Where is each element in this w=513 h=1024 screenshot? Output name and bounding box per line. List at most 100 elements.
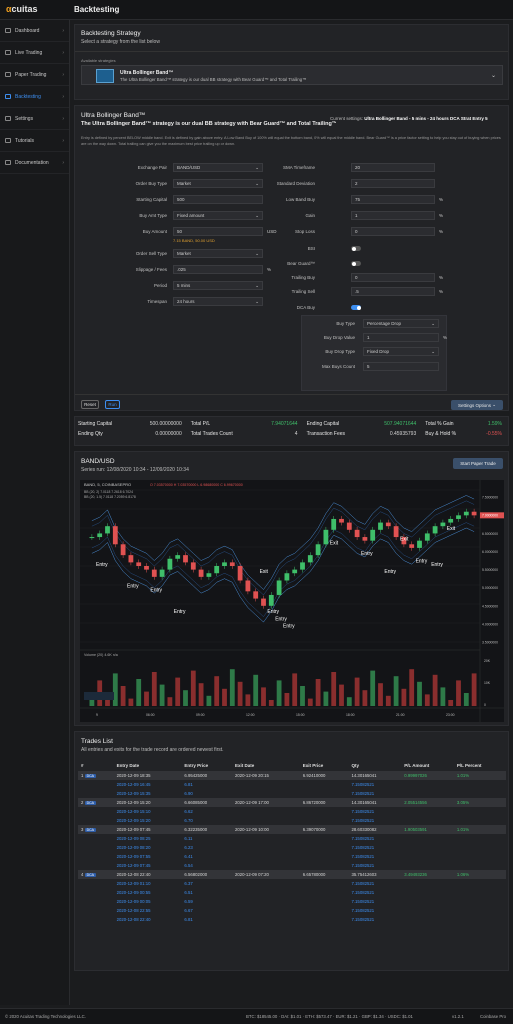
trade-sub-row[interactable]: 2020-12-09 15:20 6.70 7.15082521 — [78, 816, 506, 825]
table-header: # Entry Date Entry Price Exit Date Exit Pric… — [78, 759, 506, 771]
volume-bar — [214, 676, 220, 706]
stat-label: Total Trades Count — [190, 431, 233, 437]
pl-percent — [454, 861, 506, 870]
exit-date — [232, 861, 300, 870]
trade-row[interactable]: 2 DCA 2020-12-09 15:20 6.66085000 2020-12-0… — [78, 798, 506, 807]
dashboard-icon — [5, 28, 11, 33]
entry-price: 6.95425000 — [184, 773, 208, 778]
entry-price: 6.67 — [184, 908, 193, 913]
run-button[interactable]: Run — [105, 400, 120, 409]
volume-bar — [440, 687, 446, 706]
volume-bar — [268, 700, 274, 706]
trade-marker-entry: Entry — [267, 609, 279, 615]
strategy-dropdown[interactable]: Ultra Bollinger Band™ The Ultra Bollinge… — [81, 65, 503, 85]
trade-number: 4 DCA — [78, 870, 114, 879]
pl-amount — [401, 834, 454, 843]
field-value: 1 — [367, 335, 370, 340]
version: v1.2.1 — [452, 1014, 464, 1019]
sidebar-item-dashboard[interactable]: Dashboard › — [0, 20, 69, 42]
trade-number — [78, 807, 114, 816]
trade-row[interactable]: 3 DCA 2020-12-09 07:45 6.32235000 2020-12-0… — [78, 825, 506, 834]
candle — [409, 544, 415, 548]
start-paper-trade-button[interactable]: Start Paper Trade — [453, 458, 503, 469]
trade-sub-row[interactable]: 2020-12-08 22:55 6.67 7.15082521 — [78, 906, 506, 915]
pl-amount — [401, 879, 454, 888]
volume-tick: 20K — [484, 659, 491, 663]
exit-price — [300, 897, 349, 906]
pl-percent — [454, 897, 506, 906]
exit-price: 6.65780000 — [302, 872, 326, 877]
price-chart[interactable]: BAND, 5, COINBASEPRO O 7.03570000 H 7.035… — [80, 480, 504, 722]
settings-options-button[interactable]: Settings Options ⌄ — [451, 400, 503, 410]
sidebar-item-paper-trading[interactable]: Paper Trading › — [0, 64, 69, 86]
buy-drop-type-select[interactable]: Fixed Drop ⌄ — [363, 347, 439, 356]
entry-price: 6.81 — [184, 917, 193, 922]
trade-sub-row[interactable]: 2020-12-09 15:10 6.62 7.15082521 — [78, 807, 506, 816]
sidebar-item-tutorials[interactable]: Tutorials › — [0, 130, 69, 152]
candle — [378, 522, 383, 530]
gear-icon — [5, 116, 11, 121]
candle — [144, 566, 149, 570]
x-tick: 23:00 — [446, 713, 455, 717]
top-bar: αcuitas Backtesting — [0, 0, 513, 20]
trade-sub-row[interactable]: 2020-12-09 00:55 6.51 7.15082521 — [78, 888, 506, 897]
x-tick: 9 — [96, 713, 98, 717]
trade-sub-row[interactable]: 2020-12-09 01:10 6.37 7.15082521 — [78, 879, 506, 888]
sidebar-item-documentation[interactable]: Documentation › — [0, 152, 69, 174]
sidebar-item-backtesting[interactable]: Backtesting › — [0, 86, 69, 108]
trade-sub-row[interactable]: 2020-12-09 08:25 6.11 7.15082521 — [78, 834, 506, 843]
reset-button[interactable]: Reset — [81, 400, 99, 409]
chevron-right-icon: › — [62, 115, 64, 122]
stat-value: -0.55% — [486, 431, 502, 437]
trade-sub-row[interactable]: 2020-12-09 07:55 6.41 7.15082521 — [78, 852, 506, 861]
trade-sub-row[interactable]: 2020-12-09 15:35 6.90 7.15082521 — [78, 789, 506, 798]
logo[interactable]: αcuitas — [6, 4, 38, 14]
qty: 7.15082521 — [351, 845, 375, 850]
pl-amount: 2.05514556 — [404, 800, 427, 805]
sidebar-item-live-trading[interactable]: Live Trading › — [0, 42, 69, 64]
pl-amount: 3.49493236 — [404, 872, 427, 877]
candle — [198, 569, 204, 577]
max-buys-count-input[interactable]: 5 — [363, 362, 439, 371]
exit-date: 2020-12-09 10:00 — [234, 827, 269, 832]
chart-symbol: BAND, 5, COINBASEPRO — [84, 482, 131, 487]
trade-sub-row[interactable]: 2020-12-08 22:40 6.81 7.15082521 — [78, 915, 506, 924]
trade-sub-row[interactable]: 2020-12-09 16:45 6.81 7.15082521 — [78, 780, 506, 789]
trade-sub-row[interactable]: 2020-12-09 08:20 6.23 7.15082521 — [78, 843, 506, 852]
trade-index: 2 — [81, 800, 84, 805]
candle — [417, 540, 422, 548]
volume-bar — [331, 672, 337, 706]
tradingview-badge — [84, 692, 114, 700]
entry-date: 2020-12-09 07:45 — [116, 863, 151, 868]
stat-value: 1.59% — [487, 421, 502, 427]
exit-price — [300, 780, 349, 789]
trade-number — [78, 834, 114, 843]
bb-upper-band — [91, 495, 475, 590]
exit-price — [300, 861, 349, 870]
exit-price — [300, 789, 349, 798]
buy-type-select[interactable]: Percentage Drop ⌄ — [363, 319, 439, 328]
trade-marker-entry: Entry — [384, 569, 396, 575]
buy-drop-value-input[interactable]: 1 — [363, 333, 439, 342]
exit-date — [232, 807, 300, 816]
sidebar-item-label: Tutorials — [15, 137, 34, 144]
trade-sub-row[interactable]: 2020-12-09 00:05 6.59 7.15082521 — [78, 897, 506, 906]
chevron-down-icon: ⌄ — [490, 73, 496, 79]
volume-bar — [370, 670, 376, 706]
column-header: Exit Date — [234, 762, 255, 768]
trade-row[interactable]: 1 DCA 2020-12-09 18:35 6.95425000 2020-12-0… — [78, 771, 506, 780]
trade-row[interactable]: 4 DCA 2020-12-08 22:40 6.56802000 2020-12-0… — [78, 870, 506, 879]
trade-marker-entry: Entry — [283, 624, 295, 630]
exit-price — [300, 843, 349, 852]
chevron-right-icon: › — [62, 137, 64, 144]
strategy-select-panel: Backtesting Strategy Select a strategy f… — [74, 24, 509, 100]
entry-price: 6.59 — [184, 899, 193, 904]
entry-price: 6.41 — [184, 854, 193, 859]
chevron-right-icon: › — [62, 159, 64, 166]
trade-sub-row[interactable]: 2020-12-09 07:45 6.54 7.15082521 — [78, 861, 506, 870]
trade-marker-exit: Exit — [260, 569, 269, 575]
qty: 28.60330082 — [351, 827, 377, 832]
sidebar-item-settings[interactable]: Settings › — [0, 108, 69, 130]
page-title: Backtesting — [74, 5, 120, 14]
trade-marker-entry: Entry — [275, 616, 287, 622]
